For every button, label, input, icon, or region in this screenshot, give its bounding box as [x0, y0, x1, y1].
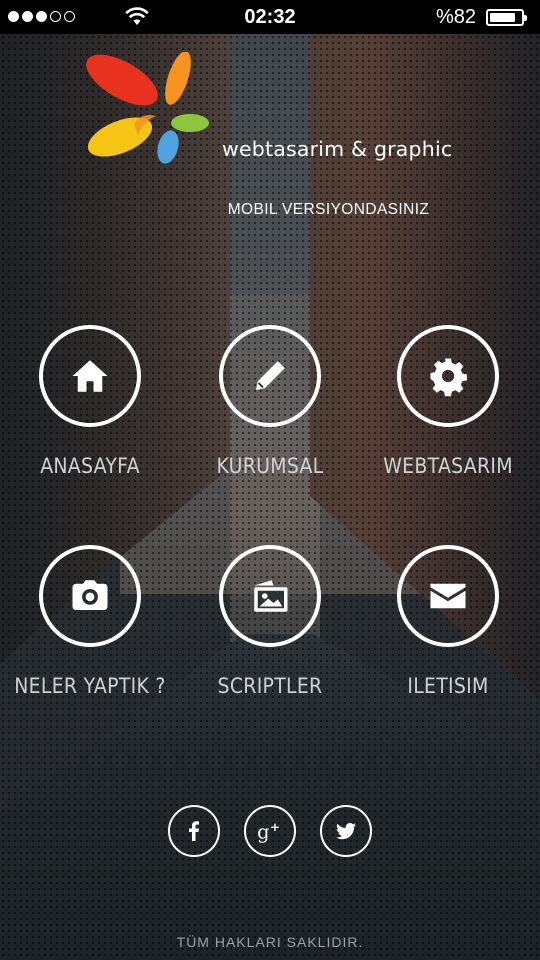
menu-item-webtasarim[interactable]: WEBTASARIM — [358, 325, 538, 478]
copyright-footer: TÜM HAKLARI SAKLIDIR. — [176, 934, 364, 950]
menu-label-neler-yaptik: NELER YAPTIK ? — [14, 674, 166, 698]
svg-text:g: g — [257, 821, 269, 844]
gear-icon — [430, 358, 467, 397]
menu-label-scriptler: SCRIPTLER — [217, 674, 323, 698]
home-icon — [72, 360, 108, 392]
kurumsal-button-circle[interactable] — [219, 325, 321, 427]
logo-pinwheel-icon — [86, 52, 209, 164]
menu-item-kurumsal[interactable]: KURUMSAL — [180, 325, 360, 478]
menu-label-iletisim: ILETISIM — [407, 674, 489, 698]
battery-icon — [486, 9, 527, 26]
facebook-button[interactable] — [168, 805, 220, 857]
battery-percentage: %82 — [435, 6, 476, 28]
twitter-button[interactable] — [320, 805, 372, 857]
menu-item-scriptler[interactable]: SCRIPTLER — [180, 545, 360, 698]
iletisim-button-circle[interactable] — [397, 545, 499, 647]
twitter-icon — [336, 822, 356, 840]
menu-item-anasayfa[interactable]: ANASAYFA — [0, 325, 180, 478]
menu-label-kurumsal: KURUMSAL — [216, 454, 324, 478]
facebook-icon — [189, 821, 199, 841]
menu-item-iletisim[interactable]: ILETISIM — [358, 545, 538, 698]
google-plus-button[interactable]: g + — [244, 805, 296, 857]
google-plus-icon: g + — [257, 820, 280, 844]
status-bar: 02:32 %82 — [0, 0, 540, 34]
mobile-version-notice: MOBIL VERSIYONDASINIZ — [227, 201, 430, 218]
home-button-circle[interactable] — [39, 325, 141, 427]
camera-icon — [72, 580, 108, 610]
envelope-icon — [430, 583, 466, 609]
svg-text:+: + — [270, 820, 280, 834]
brand-name: webtasarim & graphic — [222, 137, 453, 161]
pencil-icon — [256, 361, 285, 390]
neler-yaptik-button-circle[interactable] — [39, 545, 141, 647]
menu-label-webtasarim: WEBTASARIM — [383, 454, 513, 478]
pictures-icon — [254, 580, 288, 612]
social-links: g + — [0, 805, 540, 857]
menu-item-neler-yaptik[interactable]: NELER YAPTIK ? — [0, 545, 180, 698]
menu-label-anasayfa: ANASAYFA — [40, 454, 140, 478]
webtasarim-button-circle[interactable] — [397, 325, 499, 427]
scriptler-button-circle[interactable] — [219, 545, 321, 647]
